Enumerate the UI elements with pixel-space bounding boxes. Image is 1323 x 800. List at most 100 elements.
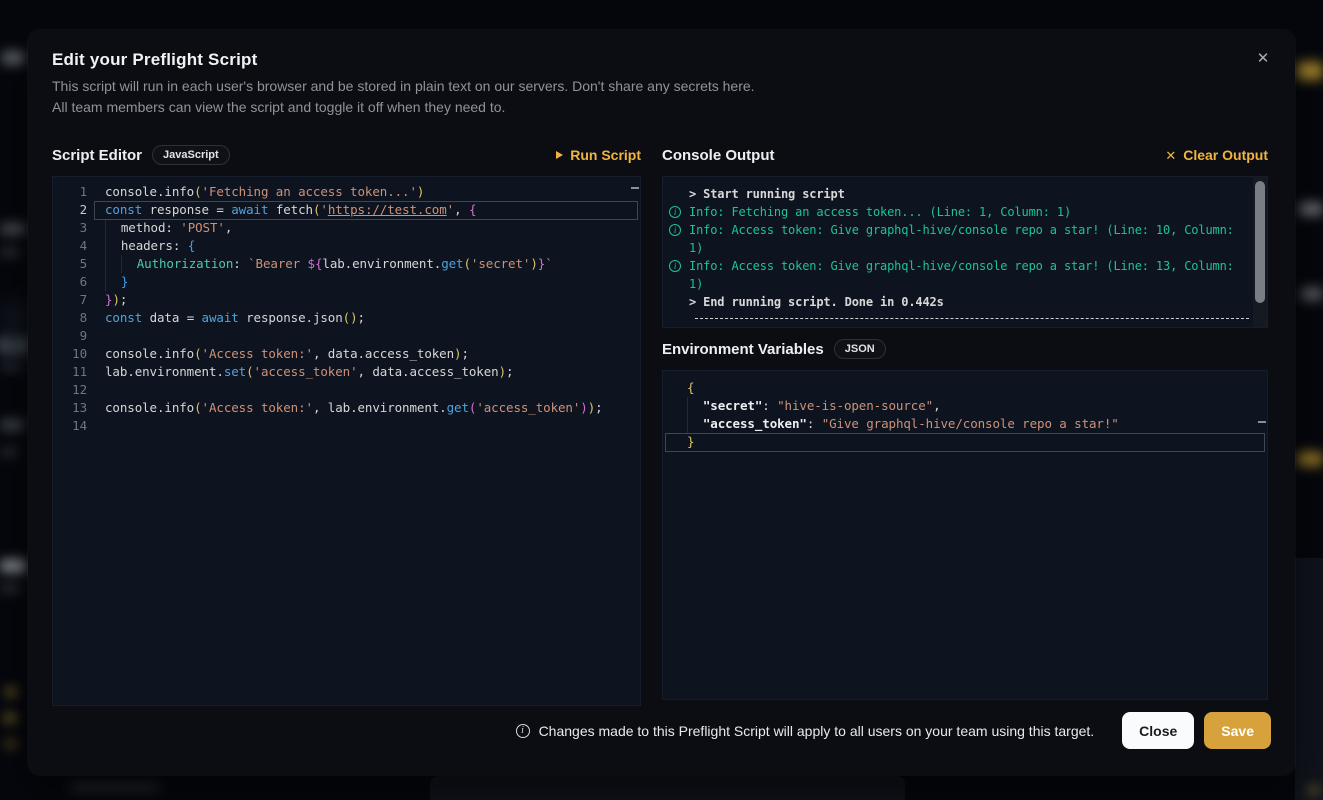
script-editor-title: Script Editor <box>52 147 142 164</box>
code-token: ( <box>343 310 350 325</box>
code-token: "access_token" <box>703 416 807 431</box>
footer-note-text: Changes made to this Preflight Script wi… <box>539 723 1095 739</box>
console-text: > End running script. Done in 0.442s <box>689 293 944 311</box>
code-token: console.info <box>105 346 194 361</box>
code-token: Authorization <box>137 256 234 271</box>
info-icon: i <box>516 724 530 738</box>
code-token: "secret" <box>703 398 762 413</box>
environment-variables-title: Environment Variables <box>662 341 824 358</box>
line-number: 7 <box>53 291 93 309</box>
code-line: { <box>663 379 1267 397</box>
clear-output-button[interactable]: ✕ Clear Output <box>1165 147 1268 163</box>
code-line: 8const data = await response.json(); <box>53 309 640 327</box>
preflight-script-modal: Edit your Preflight Script This script w… <box>28 30 1295 775</box>
modal-description: This script will run in each user's brow… <box>52 76 755 118</box>
indent-guide <box>105 219 121 237</box>
line-number: 10 <box>53 345 93 363</box>
play-icon <box>556 151 563 159</box>
json-badge: JSON <box>834 339 886 359</box>
run-script-button[interactable]: Run Script <box>556 147 641 163</box>
output-section: Console Output ✕ Clear Output > Start ru… <box>662 142 1268 700</box>
code-token: , <box>454 202 469 217</box>
backdrop-blob <box>6 740 16 748</box>
info-icon: i <box>669 203 689 221</box>
console-icon-spacer <box>669 239 689 257</box>
backdrop-blob <box>2 300 26 360</box>
code-token: await <box>202 310 239 325</box>
code-token: lab.environment. <box>322 256 441 271</box>
console-output-panel: > Start running scriptiInfo: Fetching an… <box>662 176 1268 328</box>
code-line: 13console.info('Access token:', lab.envi… <box>53 399 640 417</box>
console-line: 1) <box>669 239 1267 257</box>
code-token: , <box>225 220 232 235</box>
environment-variables-editor[interactable]: { "secret": "hive-is-open-source", "acce… <box>662 370 1268 700</box>
code-line: 9 <box>53 327 640 345</box>
code-token: } <box>687 434 694 449</box>
code-line: 14 <box>53 417 640 435</box>
script-editor-header: Script Editor JavaScript Run Script <box>52 142 641 168</box>
console-line: > End running script. Done in 0.442s <box>669 293 1267 311</box>
code-token: 'POST' <box>180 220 225 235</box>
environment-variables-header: Environment Variables JSON <box>662 336 1268 362</box>
code-token: 'secret' <box>471 256 530 271</box>
code-line: "access_token": "Give graphql-hive/conso… <box>663 415 1267 433</box>
code-token: ' <box>447 202 454 217</box>
code-token: lab.environment. <box>105 364 224 379</box>
backdrop-blob <box>4 714 16 722</box>
code-token: { <box>687 380 694 395</box>
clear-icon: ✕ <box>1165 149 1176 162</box>
code-token: ${ <box>308 256 323 271</box>
backdrop-blob <box>1297 62 1323 80</box>
code-token: ; <box>506 364 513 379</box>
console-line: 1) <box>669 275 1267 293</box>
close-button[interactable]: Close <box>1122 712 1194 749</box>
console-scrollbar-thumb[interactable] <box>1255 181 1265 303</box>
indent-guide <box>121 255 137 273</box>
code-token: response.json <box>239 310 343 325</box>
code-line: 11lab.environment.set('access_token', da… <box>53 363 640 381</box>
code-token: ; <box>461 346 468 361</box>
backdrop-blob <box>1299 203 1323 215</box>
script-code-editor[interactable]: 1console.info('Fetching an access token.… <box>52 176 641 706</box>
console-text: Info: Access token: Give graphql-hive/co… <box>689 257 1234 275</box>
save-button[interactable]: Save <box>1204 712 1271 749</box>
console-separator <box>695 318 1249 319</box>
line-number: 4 <box>53 237 93 255</box>
line-number: 9 <box>53 327 93 345</box>
line-number: 12 <box>53 381 93 399</box>
code-token: fetch <box>268 202 313 217</box>
code-token: ) <box>580 400 587 415</box>
code-token: 'Access token:' <box>202 400 313 415</box>
line-number: 14 <box>53 417 93 435</box>
code-token: ( <box>246 364 253 379</box>
code-token: , data.access_token <box>358 364 499 379</box>
code-token: , data.access_token <box>313 346 454 361</box>
code-token: ' <box>320 202 327 217</box>
code-token: 'Fetching an access token...' <box>202 184 417 199</box>
info-icon: i <box>669 257 689 275</box>
code-token: get <box>441 256 463 271</box>
code-token: 'Access token:' <box>202 346 313 361</box>
code-token: get <box>447 400 469 415</box>
console-text: Info: Fetching an access token... (Line:… <box>689 203 1071 221</box>
code-token: : <box>807 416 822 431</box>
code-line: 1console.info('Fetching an access token.… <box>53 183 640 201</box>
backdrop-blob <box>70 782 160 792</box>
console-output-title: Console Output <box>662 147 775 164</box>
console-output-header: Console Output ✕ Clear Output <box>662 142 1268 168</box>
backdrop-blob <box>1301 288 1323 300</box>
close-icon[interactable]: ✕ <box>1249 44 1277 72</box>
modal-title: Edit your Preflight Script <box>52 50 257 70</box>
info-icon: i <box>669 221 689 239</box>
backdrop-blob <box>0 448 18 456</box>
line-number: 6 <box>53 273 93 291</box>
backdrop-blob <box>6 688 16 696</box>
indent-guide <box>687 415 703 433</box>
code-line: 12 <box>53 381 640 399</box>
backdrop-blob <box>0 560 26 572</box>
code-token: : <box>762 398 777 413</box>
code-token: ; <box>120 292 127 307</box>
console-scrollbar-track[interactable] <box>1253 177 1267 327</box>
code-token: ) <box>112 292 119 307</box>
code-token: : <box>233 256 248 271</box>
